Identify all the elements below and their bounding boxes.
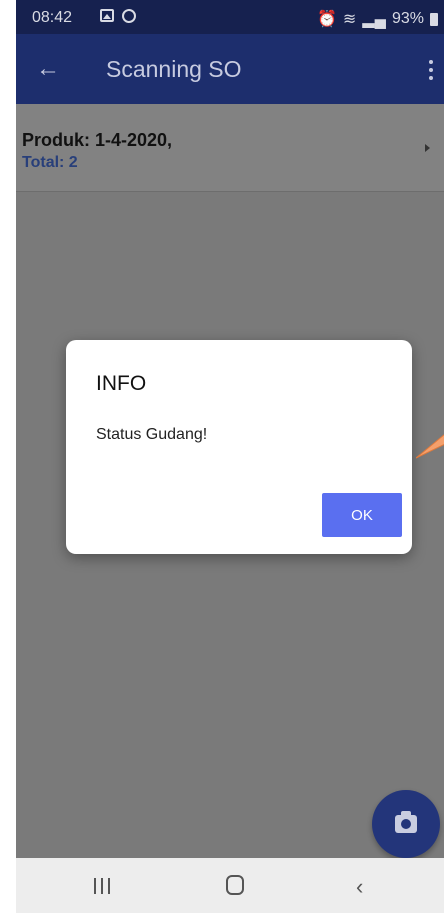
wifi-icon: ≋ [342,11,357,28]
home-icon[interactable] [226,875,244,895]
status-time: 08:42 [32,9,73,26]
callout-arrow [416,434,444,459]
notification-icons [100,9,136,23]
ok-button[interactable]: OK [322,493,402,537]
battery-icon [430,12,438,26]
more-vert-icon[interactable] [426,56,436,84]
app-bar: ← Scanning SO [16,34,444,104]
camera-icon [395,811,417,833]
back-icon[interactable]: ‹ [356,874,363,900]
system-icons: ⏰ ≋ ▂▄ 93% [317,9,438,29]
status-bar: 08:42 ⏰ ≋ ▂▄ 93% [16,0,444,34]
alarm-icon: ⏰ [317,11,337,28]
info-dialog: INFO Status Gudang! OK [66,340,412,554]
list-item[interactable]: Produk: 1-4-2020, Total: 2 [16,104,444,192]
app-screen: 08:42 ⏰ ≋ ▂▄ 93% ← Scanning SO Produk: 1… [16,0,444,913]
navigation-bar: ‹ [16,858,444,913]
list-item-title: Produk: 1-4-2020, [22,130,173,150]
list-item-total: Total: 2 [22,154,78,171]
dialog-message: Status Gudang! [96,426,208,443]
dialog-title: INFO [96,372,147,395]
whatsapp-icon [122,9,136,23]
chevron-right-icon [425,144,430,152]
gallery-icon [100,9,114,22]
camera-fab-button[interactable] [372,790,440,858]
battery-percent: 93% [391,10,424,27]
page-title: Scanning SO [106,56,242,82]
recent-apps-icon[interactable] [94,878,110,894]
back-arrow-icon[interactable]: ← [36,56,64,84]
signal-icon: ▂▄ [362,11,386,28]
